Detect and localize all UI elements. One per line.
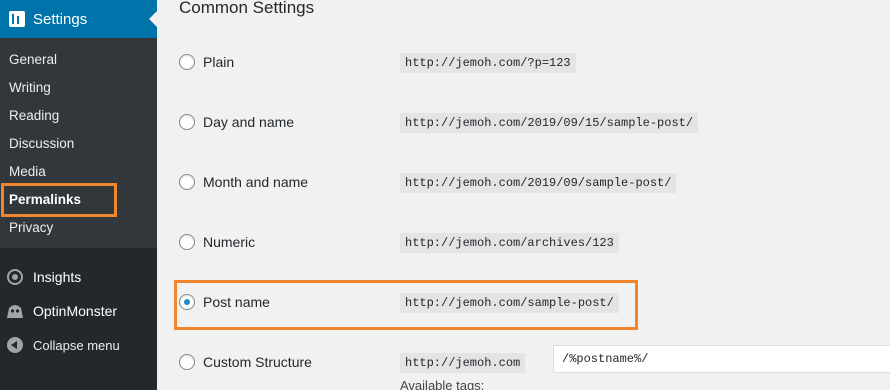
option-custom-structure-base: http://jemoh.com — [400, 353, 526, 373]
menu-insights[interactable]: Insights — [0, 262, 157, 292]
optinmonster-icon — [5, 301, 25, 321]
collapse-menu-button[interactable]: Collapse menu — [0, 330, 157, 360]
option-month-and-name: Month and name http://jemoh.com/2019/09/… — [179, 171, 879, 195]
option-numeric-example: http://jemoh.com/archives/123 — [400, 233, 619, 253]
permalinks-highlight-box — [1, 183, 117, 217]
section-title: Common Settings — [179, 0, 315, 17]
option-numeric-label[interactable]: Numeric — [203, 234, 255, 250]
radio-plain[interactable] — [179, 54, 195, 70]
submenu-privacy[interactable]: Privacy — [9, 220, 53, 235]
radio-day-and-name[interactable] — [179, 114, 195, 130]
option-month-and-name-example: http://jemoh.com/2019/09/sample-post/ — [400, 173, 677, 193]
submenu-writing[interactable]: Writing — [9, 80, 51, 95]
insights-icon — [5, 267, 25, 287]
menu-optinmonster[interactable]: OptinMonster — [0, 296, 157, 326]
post-name-highlight-box — [174, 280, 638, 330]
admin-sidebar: Settings General Writing Reading Discuss… — [0, 0, 157, 390]
option-month-and-name-label[interactable]: Month and name — [203, 174, 308, 190]
submenu-general[interactable]: General — [9, 52, 57, 67]
submenu-discussion[interactable]: Discussion — [9, 136, 74, 151]
menu-optinmonster-label: OptinMonster — [33, 303, 118, 319]
current-menu-arrow — [149, 11, 157, 27]
submenu-reading[interactable]: Reading — [9, 108, 59, 123]
option-plain: Plain http://jemoh.com/?p=123 — [179, 51, 879, 75]
custom-structure-input[interactable] — [553, 345, 890, 373]
option-custom-structure: Custom Structure http://jemoh.com — [179, 345, 890, 375]
collapse-menu-label: Collapse menu — [33, 337, 120, 353]
radio-custom-structure[interactable] — [179, 354, 195, 370]
settings-icon — [9, 11, 25, 27]
option-numeric: Numeric http://jemoh.com/archives/123 — [179, 231, 879, 255]
option-day-and-name-label[interactable]: Day and name — [203, 114, 294, 130]
permalink-settings-main: Common Settings Plain http://jemoh.com/?… — [157, 0, 890, 390]
option-plain-label[interactable]: Plain — [203, 54, 234, 70]
option-plain-example: http://jemoh.com/?p=123 — [400, 53, 576, 73]
collapse-icon — [7, 337, 23, 353]
option-day-and-name: Day and name http://jemoh.com/2019/09/15… — [179, 111, 879, 135]
radio-month-and-name[interactable] — [179, 174, 195, 190]
submenu-media[interactable]: Media — [9, 164, 46, 179]
menu-insights-label: Insights — [33, 269, 82, 285]
radio-numeric[interactable] — [179, 234, 195, 250]
available-tags-label: Available tags: — [400, 378, 485, 390]
collapse-icon-wrap — [5, 335, 25, 355]
menu-settings-label: Settings — [33, 10, 88, 28]
menu-settings[interactable]: Settings — [0, 0, 157, 38]
option-custom-structure-label[interactable]: Custom Structure — [203, 354, 312, 370]
option-day-and-name-example: http://jemoh.com/2019/09/15/sample-post/ — [400, 113, 699, 133]
